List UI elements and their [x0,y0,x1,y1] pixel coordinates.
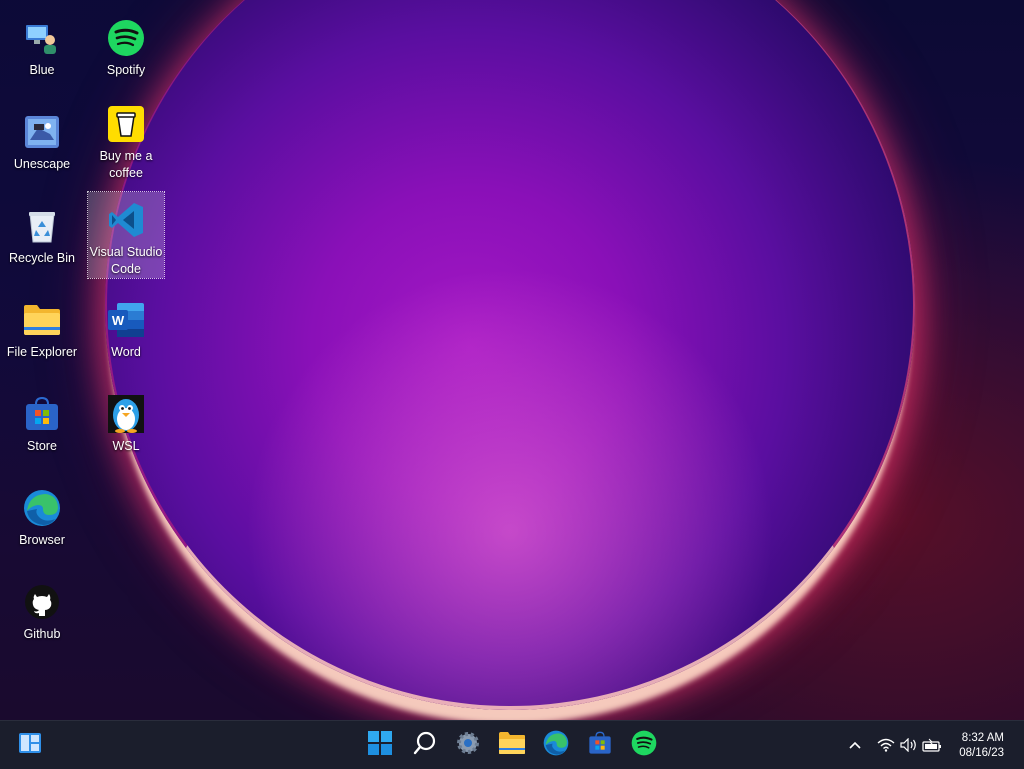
settings-button[interactable] [452,729,484,761]
spotify-icon [631,730,657,761]
taskbar: 8:32 AM 08/16/23 [0,720,1024,769]
start-button[interactable] [364,729,396,761]
desktop-icon-label: Unescape [13,157,71,171]
desktop-icon-label: Browser [19,533,65,547]
search-icon [413,731,437,760]
system-tray [846,721,944,769]
wifi-icon[interactable] [874,738,898,752]
desktop-icon-wsl[interactable]: WSL [88,386,164,472]
github-icon [22,582,62,622]
desktop-icon-word[interactable]: W Word [88,292,164,378]
word-icon: W [106,300,146,340]
store-bag-icon [22,394,62,434]
widgets-button[interactable] [14,729,46,761]
store-button[interactable] [584,729,616,761]
edge-browser-icon [22,488,62,528]
desktop-icon-label: Blue [29,63,55,77]
store-bag-icon [588,731,612,760]
svg-text:W: W [112,313,125,328]
folder-icon [22,300,62,340]
desktop-icon-label: Spotify [106,63,146,77]
desktop-icon-label: Visual Studio Code [89,245,163,276]
spotify-icon [106,18,146,58]
recycle-bin-icon [22,206,62,246]
widgets-icon [18,732,42,759]
desktop-icon-github[interactable]: Github [4,574,80,660]
linux-penguin-icon [106,394,146,434]
clock-date: 08/16/23 [959,747,1004,759]
desktop-icon-label: WSL [112,439,140,453]
edge-button[interactable] [540,729,572,761]
desktop-icon-label: File Explorer [6,345,78,359]
desktop-icon-browser[interactable]: Browser [4,480,80,566]
coffee-cup-icon [106,104,146,144]
chevron-up-icon[interactable] [846,741,864,749]
volume-icon[interactable] [898,738,920,752]
clock-time: 8:32 AM [961,732,1004,744]
file-explorer-icon [498,731,526,760]
spotify-taskbar-button[interactable] [628,729,660,761]
desktop-icon-blue[interactable]: Blue [4,10,80,96]
user-monitor-icon [22,18,62,58]
desktop-icon-label: Buy me a coffee [99,149,153,180]
search-button[interactable] [409,729,441,761]
wallpaper-orb-rim [105,0,915,710]
desktop-icon-buy-me-a-coffee[interactable]: Buy me a coffee [88,96,164,188]
desktop-icon-unescape[interactable]: Unescape [4,104,80,190]
desktop-icon-visual-studio-code[interactable]: Visual Studio Code [87,191,165,279]
taskbar-clock[interactable]: 8:32 AM 08/16/23 [959,731,1004,761]
unescape-game-icon [22,112,62,152]
battery-icon[interactable] [920,738,944,752]
desktop-icon-file-explorer[interactable]: File Explorer [4,292,80,378]
desktop-icon-label: Word [111,345,141,359]
windows-start-icon [367,730,393,761]
settings-gear-icon [455,730,481,761]
desktop-icon-label: Store [27,439,57,453]
file-explorer-button[interactable] [496,729,528,761]
desktop-icon-store[interactable]: Store [4,386,80,472]
desktop-icon-spotify[interactable]: Spotify [88,10,164,96]
desktop-icon-label: Recycle Bin [9,251,75,265]
edge-browser-icon [543,730,569,761]
desktop-icon-label: Github [23,627,61,641]
desktop-icon-recycle-bin[interactable]: Recycle Bin [4,198,80,284]
vscode-icon [106,200,146,240]
